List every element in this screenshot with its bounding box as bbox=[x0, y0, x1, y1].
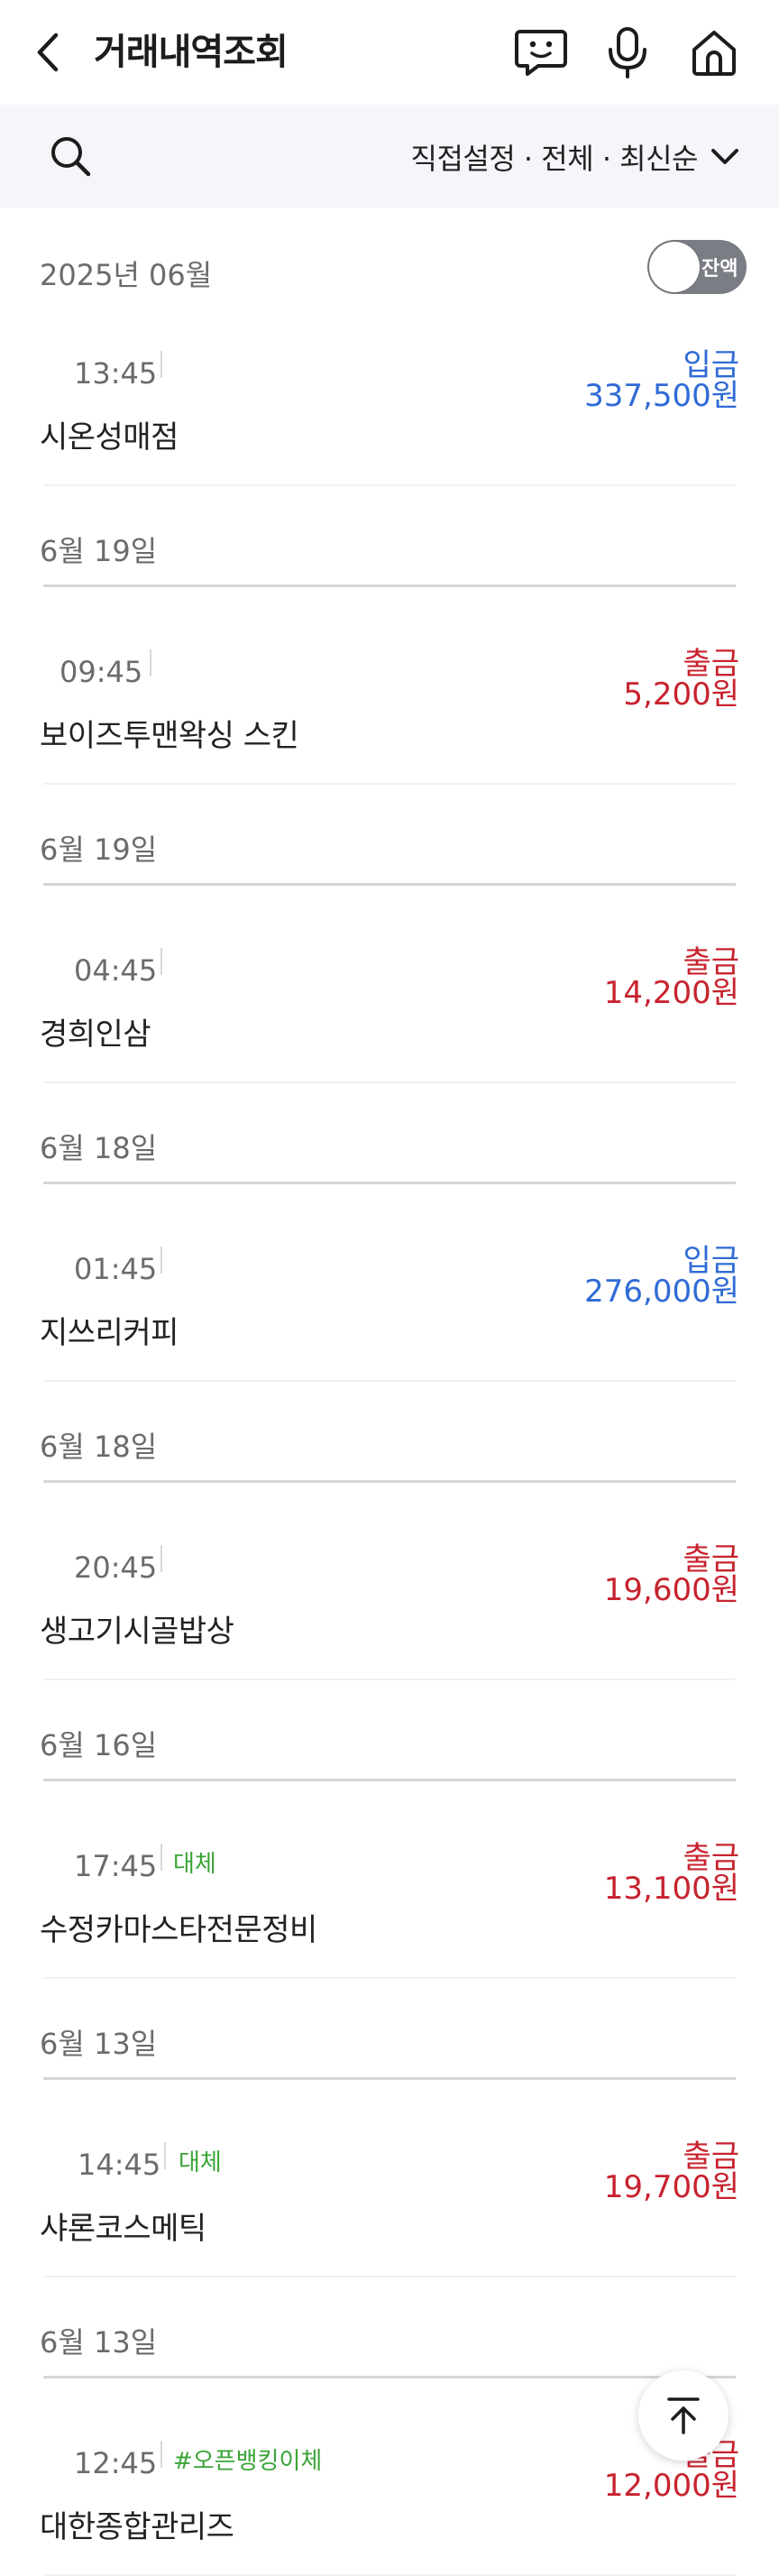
merchant-name: 지쓰리커피 bbox=[40, 1315, 179, 1351]
date-label: 6월 19일 bbox=[40, 534, 158, 568]
row-separator bbox=[43, 2276, 736, 2277]
row-separator bbox=[43, 1081, 736, 1083]
date-label: 6월 16일 bbox=[40, 1728, 158, 1762]
home-button[interactable] bbox=[687, 25, 741, 79]
home-icon bbox=[692, 31, 736, 76]
transaction-amount: 12,000원 bbox=[603, 2468, 739, 2504]
voice-search-button[interactable] bbox=[600, 25, 655, 79]
row-separator bbox=[43, 484, 736, 486]
transaction-amount: 5,200원 bbox=[623, 676, 739, 713]
transaction-time: 17:45 bbox=[74, 1849, 158, 1883]
filter-label: 직접설정 · 전체 · 최신순 bbox=[410, 142, 699, 176]
transaction-amount: 13,100원 bbox=[603, 1871, 739, 1907]
row-separator bbox=[43, 1977, 736, 1979]
toggle-knob bbox=[649, 242, 700, 292]
merchant-name: 보이즈투맨왁싱 스킨 bbox=[40, 718, 299, 754]
app-header: 거래내역조회 bbox=[0, 0, 779, 105]
chatbot-icon bbox=[515, 30, 567, 76]
merchant-name: 경희인삼 bbox=[40, 1017, 151, 1053]
date-label: 6월 18일 bbox=[40, 1430, 158, 1464]
transaction-amount: 19,700원 bbox=[603, 2169, 739, 2205]
date-divider bbox=[43, 883, 736, 886]
transaction-time: 14:45 bbox=[78, 2148, 161, 2182]
merchant-name: 수정카마스타전문정비 bbox=[40, 1912, 317, 1948]
merchant-name: 대한종합관리즈 bbox=[40, 2509, 234, 2545]
scroll-top-button[interactable] bbox=[638, 2370, 729, 2461]
back-button[interactable] bbox=[34, 27, 78, 78]
time-divider bbox=[160, 351, 162, 378]
microphone-icon bbox=[609, 27, 646, 78]
transaction-time: 01:45 bbox=[74, 1252, 158, 1286]
chatbot-button[interactable] bbox=[514, 25, 568, 79]
transaction-amount: 19,600원 bbox=[603, 1572, 739, 1608]
balance-toggle[interactable]: 잔액 bbox=[647, 240, 747, 294]
date-divider bbox=[43, 2077, 736, 2080]
date-label: 6월 13일 bbox=[40, 2325, 158, 2360]
merchant-name: 샤론코스메틱 bbox=[40, 2211, 206, 2247]
month-label: 2025년 06월 bbox=[40, 258, 213, 292]
chevron-down-icon bbox=[711, 149, 738, 164]
time-divider bbox=[160, 2441, 162, 2468]
time-divider bbox=[164, 2142, 166, 2169]
transaction-tag: #오픈뱅킹이체 bbox=[173, 2448, 323, 2475]
date-divider bbox=[43, 2376, 736, 2378]
date-divider bbox=[43, 1779, 736, 1781]
row-separator bbox=[43, 783, 736, 785]
transaction-time: 13:45 bbox=[74, 356, 158, 391]
back-icon bbox=[37, 32, 59, 72]
filter-settings-button[interactable]: 직접설정 · 전체 · 최신순 bbox=[411, 132, 740, 182]
row-separator bbox=[43, 1380, 736, 1382]
date-label: 6월 18일 bbox=[40, 1131, 158, 1165]
row-separator bbox=[43, 1679, 736, 1680]
date-divider bbox=[43, 584, 736, 587]
search-icon bbox=[51, 137, 91, 177]
transaction-time: 04:45 bbox=[74, 953, 158, 988]
time-divider bbox=[160, 948, 162, 975]
transaction-amount: 14,200원 bbox=[603, 975, 739, 1011]
transaction-amount: 337,500원 bbox=[584, 378, 739, 414]
time-divider bbox=[160, 1247, 162, 1274]
date-divider bbox=[43, 1480, 736, 1483]
transaction-amount: 276,000원 bbox=[584, 1274, 739, 1310]
arrow-up-icon bbox=[667, 2397, 700, 2434]
merchant-name: 생고기시골밥상 bbox=[40, 1614, 234, 1650]
time-divider bbox=[160, 1844, 162, 1871]
toggle-label: 잔액 bbox=[701, 258, 738, 281]
search-button[interactable] bbox=[45, 126, 96, 186]
transaction-tag: 대체 bbox=[179, 2149, 222, 2176]
page-title: 거래내역조회 bbox=[94, 32, 289, 73]
transaction-time: 20:45 bbox=[74, 1550, 158, 1585]
time-divider bbox=[150, 649, 151, 676]
transaction-time: 12:45 bbox=[74, 2446, 158, 2480]
date-divider bbox=[43, 1182, 736, 1184]
merchant-name: 시온성매점 bbox=[40, 419, 179, 455]
transaction-time: 09:45 bbox=[60, 655, 143, 689]
date-label: 6월 19일 bbox=[40, 833, 158, 867]
time-divider bbox=[160, 1545, 162, 1572]
date-label: 6월 13일 bbox=[40, 2027, 158, 2061]
transaction-tag: 대체 bbox=[173, 1851, 216, 1878]
